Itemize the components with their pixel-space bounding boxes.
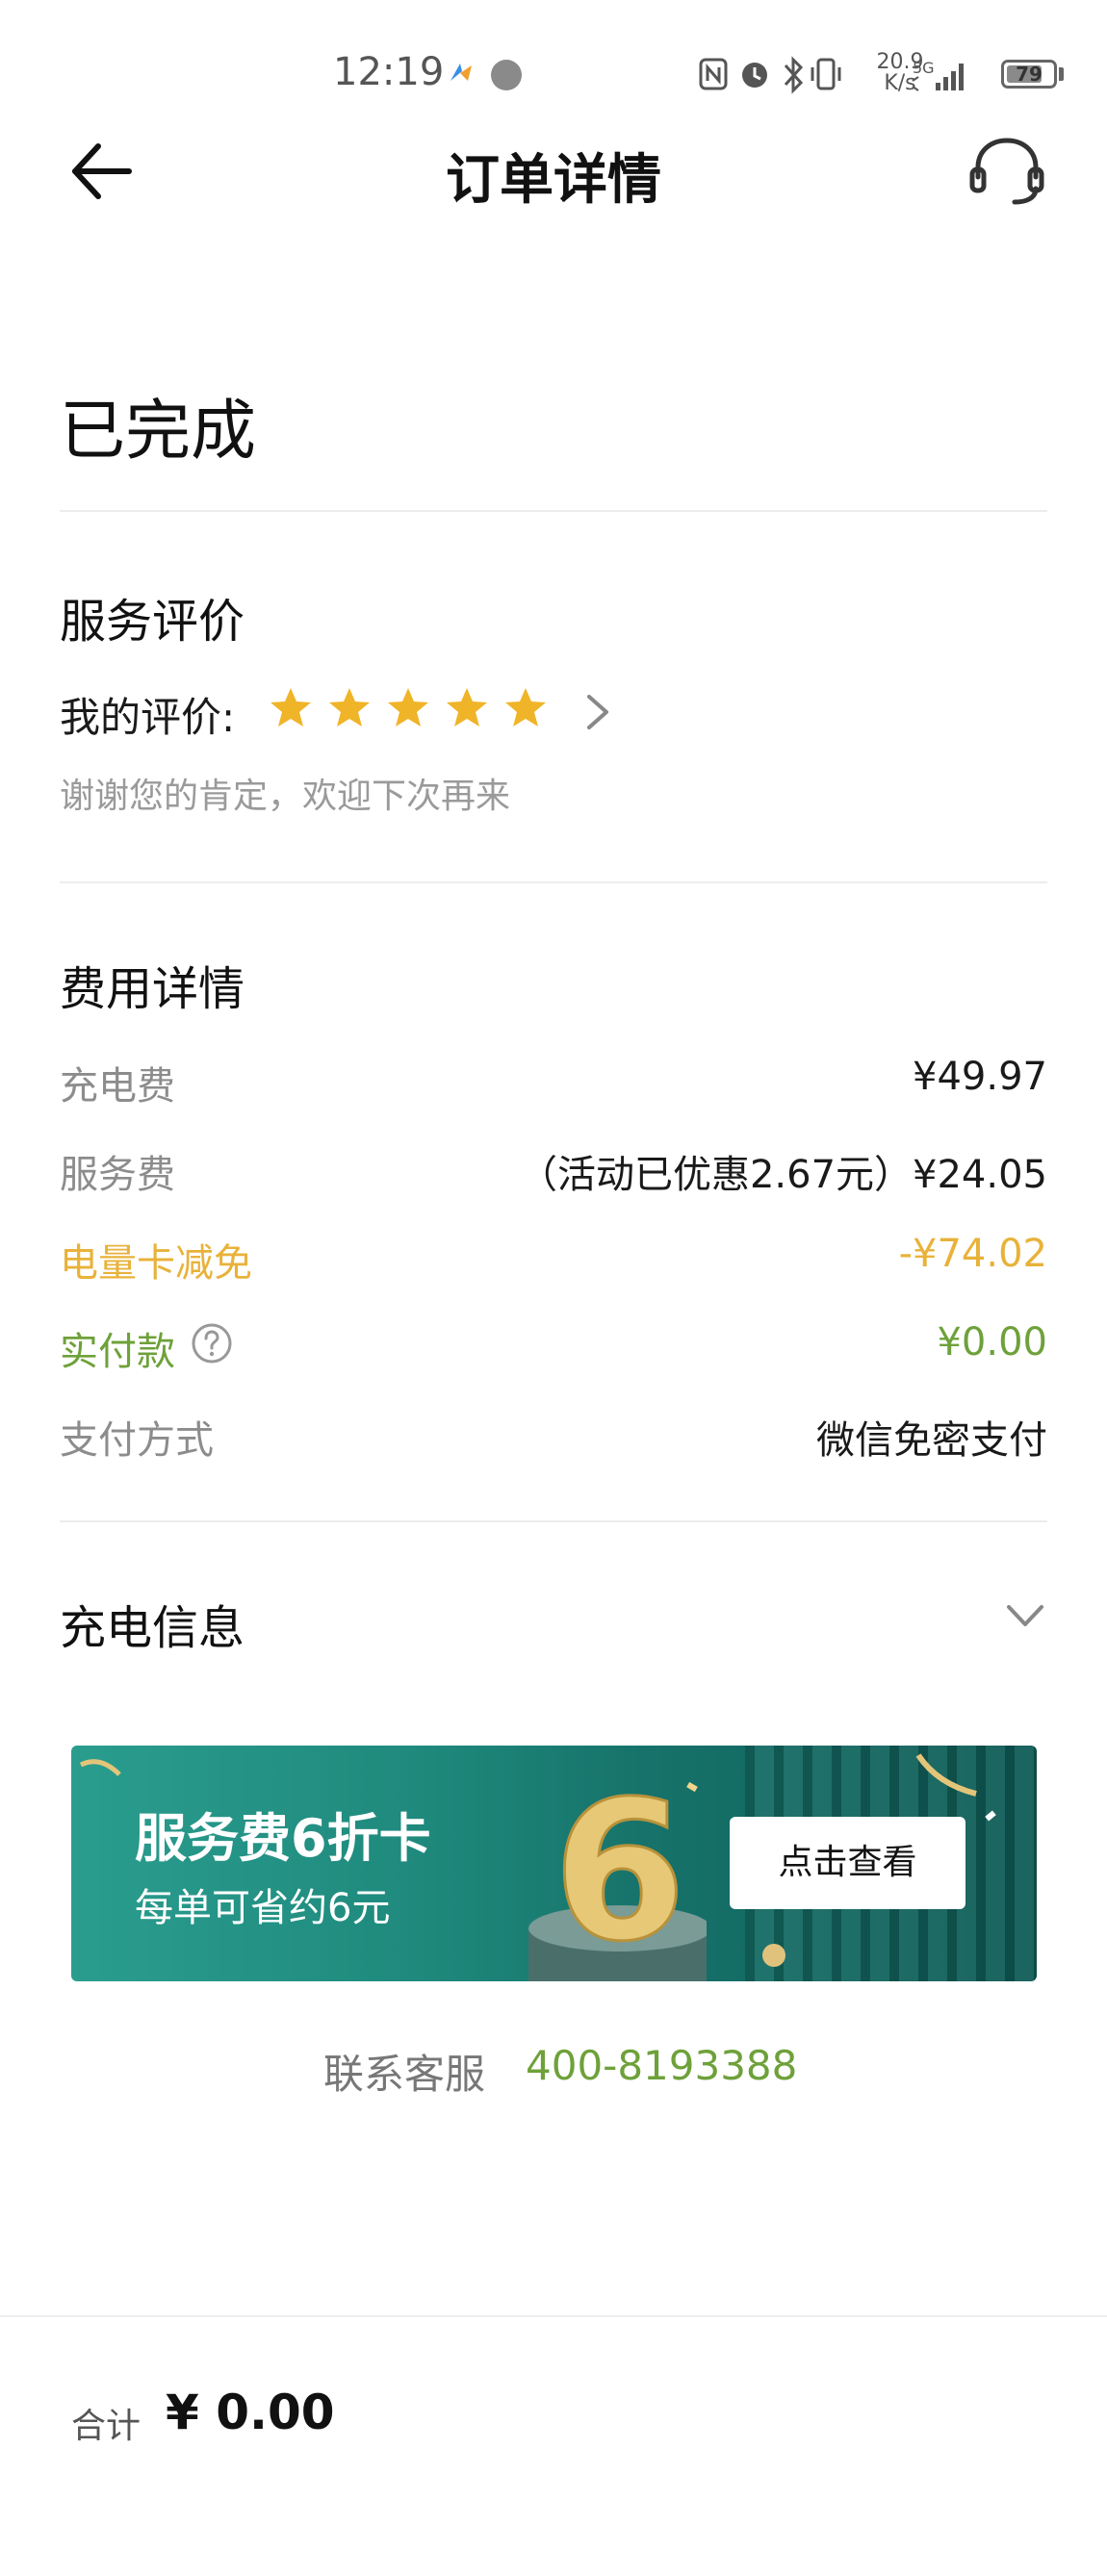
fee-label-card-discount: 电量卡减免 <box>60 1241 252 1286</box>
divider <box>60 881 1047 883</box>
rating-label: 我的评价: <box>60 694 236 741</box>
alarm-icon <box>742 63 767 88</box>
star-icon <box>505 688 546 727</box>
fee-label-service: 服务费 <box>60 1153 175 1197</box>
star-icon <box>270 688 311 727</box>
fee-value-charging: ¥49.97 <box>913 1055 1047 1099</box>
net-speed: 20.9 K/s <box>876 52 924 94</box>
rating-note: 谢谢您的肯定，欢迎下次再来 <box>60 777 511 816</box>
banner-title: 服务费6折卡 <box>135 1808 431 1869</box>
net-speed-unit: K/s <box>884 71 916 95</box>
chevron-down-icon[interactable] <box>1001 1597 1049 1636</box>
rating-section-title: 服务评价 <box>60 595 245 649</box>
charging-info-title: 充电信息 <box>60 1601 245 1655</box>
view-details-button[interactable]: 点击查看 <box>730 1817 965 1909</box>
battery-cap <box>1059 67 1064 81</box>
vibrate-icon <box>811 58 841 90</box>
battery-icon: 79 <box>1001 60 1057 89</box>
chevron-right-icon[interactable] <box>583 691 612 733</box>
fee-value-card-discount: -¥74.02 <box>898 1232 1047 1276</box>
headset-icon <box>969 138 1044 205</box>
audio-app-icon <box>491 60 522 90</box>
fee-label-paid: 实付款 <box>60 1330 175 1374</box>
fee-label-payment-method: 支付方式 <box>60 1418 214 1463</box>
footer-divider <box>0 2315 1107 2317</box>
page-title: 订单详情 <box>446 149 661 212</box>
fees-section-title: 费用详情 <box>60 962 245 1016</box>
star-icon <box>329 688 370 727</box>
help-icon[interactable] <box>191 1322 233 1365</box>
total-label: 合计 <box>71 2407 142 2446</box>
gold-six-graphic: 6 <box>528 1759 707 1981</box>
bluetooth-icon <box>784 56 804 94</box>
app-notification-icon <box>451 64 472 81</box>
divider <box>60 510 1047 512</box>
fee-value-service: （活动已优惠2.67元）¥24.05 <box>518 1153 1047 1197</box>
status-time: 12:19 <box>333 50 445 94</box>
contact-label: 联系客服 <box>323 2051 486 2098</box>
order-status: 已完成 <box>60 394 257 470</box>
star-icon <box>447 688 487 727</box>
promo-banner[interactable]: 服务费6折卡 每单可省约6元 6 点击查看 <box>71 1746 1037 1981</box>
fee-value-payment-method: 微信免密支付 <box>816 1418 1047 1463</box>
status-bar: 12:19 5G 20.9 K/s 79 <box>0 0 1107 144</box>
divider <box>60 1520 1047 1522</box>
total-value: ¥ 0.00 <box>166 2385 335 2440</box>
customer-service-button[interactable] <box>963 133 1049 210</box>
battery-level: 79 <box>1016 63 1043 86</box>
net-speed-value: 20.9 <box>876 50 924 74</box>
fee-label-charging: 充电费 <box>60 1064 175 1109</box>
banner-subtitle: 每单可省约6元 <box>135 1886 391 1930</box>
nfc-icon <box>699 58 728 90</box>
star-icon <box>388 688 428 727</box>
svg-text:6: 6 <box>553 1760 686 1981</box>
contact-phone-link[interactable]: 400-8193388 <box>526 2042 797 2089</box>
fee-value-paid: ¥0.00 <box>937 1320 1047 1365</box>
